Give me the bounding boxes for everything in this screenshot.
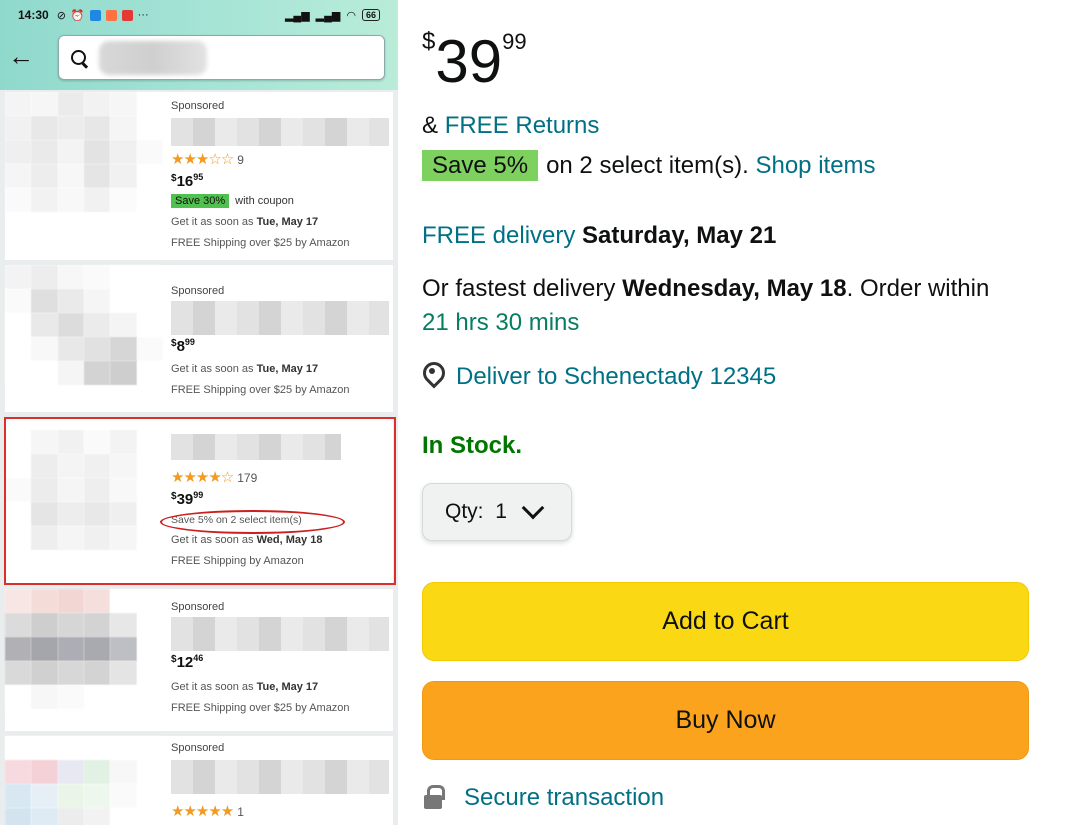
buy-now-button[interactable]: Buy Now [422,681,1029,760]
screen: 14:30 ⊘ ⏰ ··· ▂▄▆ ▂▄▆ ◠ 66 ← Sponsored ★… [0,0,1080,825]
back-arrow-icon[interactable]: ← [8,43,36,72]
delivery-estimate: Get it as soon as Tue, May 17 [171,363,319,375]
product-detail-panel: $3999 & FREE Returns Save 5% on 2 select … [398,0,1080,825]
search-icon [69,48,89,68]
status-time: 14:30 [18,8,49,22]
product-title-redacted[interactable] [171,760,389,794]
shipping-info: FREE Shipping over $25 by Amazon [171,237,350,249]
save-badge: Save 5% [422,150,539,181]
lock-icon [424,785,445,809]
product-price: $1246 [171,653,204,671]
stars-icon: ★★★☆☆ [171,151,234,168]
star-rating: ★★★★★ 1 [171,802,244,820]
list-item[interactable]: Sponsored ★★★★★ 1 [5,736,393,825]
secure-transaction-link[interactable]: Secure transaction [464,784,664,812]
star-rating: ★★★☆☆ 9 [171,150,244,168]
coupon-row: Save 30% with coupon [171,194,294,208]
save-offer-line: Save 5% on 2 select item(s). Shop items [422,150,876,181]
sponsored-label: Sponsored [171,100,225,112]
rating-count: 1 [237,805,244,819]
quantity-value: 1 [495,500,507,523]
alarm-icon: ⏰ [70,9,85,22]
sponsored-label: Sponsored [171,601,225,613]
add-to-cart-button[interactable]: Add to Cart [422,582,1029,661]
chevron-down-icon [521,496,545,520]
product-price: $899 [171,337,195,355]
signal-icon: ▂▄▆ [284,9,310,22]
list-item[interactable]: Sponsored $1246 Get it as soon as Tue, M… [5,589,393,731]
product-thumbnail [5,265,163,412]
status-indicators: ▂▄▆ ▂▄▆ ◠ 66 [285,9,380,22]
delivery-estimate: Get it as soon as Tue, May 17 [171,216,319,228]
product-thumbnail [5,92,163,260]
coupon-badge: Save 30% [171,194,230,208]
product-title-redacted[interactable] [171,118,389,146]
annotation-highlight-box [4,417,396,585]
order-countdown: 21 hrs 30 mins [422,309,580,336]
free-returns-link[interactable]: FREE Returns [445,112,600,139]
quantity-dropdown[interactable]: Qty: 1 [422,483,572,541]
search-results-panel: 14:30 ⊘ ⏰ ··· ▂▄▆ ▂▄▆ ◠ 66 ← Sponsored ★… [0,0,398,825]
returns-line: & FREE Returns [422,112,600,139]
more-notifications-icon: ··· [137,9,149,21]
product-title-redacted[interactable] [171,617,389,651]
deliver-to-link[interactable]: Deliver to Schenectady 12345 [456,363,776,390]
free-delivery-link[interactable]: FREE delivery [422,222,575,249]
status-bar: 14:30 ⊘ ⏰ ··· ▂▄▆ ▂▄▆ ◠ 66 [0,0,398,30]
shipping-info: FREE Shipping over $25 by Amazon [171,702,350,714]
search-query-redacted [99,40,207,75]
shipping-info: FREE Shipping over $25 by Amazon [171,384,350,396]
stars-icon: ★★★★★ [171,803,234,820]
wifi-icon: ◠ [346,9,356,22]
product-price: $1695 [171,172,204,190]
sponsored-label: Sponsored [171,742,225,754]
app-notification-icon [89,9,101,21]
rating-count: 9 [237,153,244,167]
product-thumbnail [5,736,163,825]
fastest-delivery-line: Or fastest delivery Wednesday, May 18. O… [422,275,990,302]
delivery-estimate: Get it as soon as Tue, May 17 [171,681,319,693]
app-notification-icon [121,9,133,21]
signal-icon: ▂▄▆ [315,9,341,22]
battery-icon: 66 [361,9,380,21]
deliver-to-row[interactable]: Deliver to Schenectady 12345 [422,362,776,391]
free-delivery-line: FREE delivery Saturday, May 21 [422,222,777,249]
search-input[interactable] [58,35,385,80]
location-pin-icon [422,362,444,388]
product-price-large: $3999 [422,28,527,95]
list-item[interactable]: Sponsored $899 Get it as soon as Tue, Ma… [5,265,393,412]
app-notification-icon [105,9,117,21]
shop-items-link[interactable]: Shop items [755,152,875,179]
product-thumbnail [5,589,163,731]
mute-icon: ⊘ [56,9,66,22]
sponsored-label: Sponsored [171,285,225,297]
list-item[interactable]: Sponsored ★★★☆☆ 9 $1695 Save 30% with cou… [5,92,393,260]
stock-status: In Stock. [422,432,523,459]
product-title-redacted[interactable] [171,301,389,335]
annotation-circle [160,510,345,534]
